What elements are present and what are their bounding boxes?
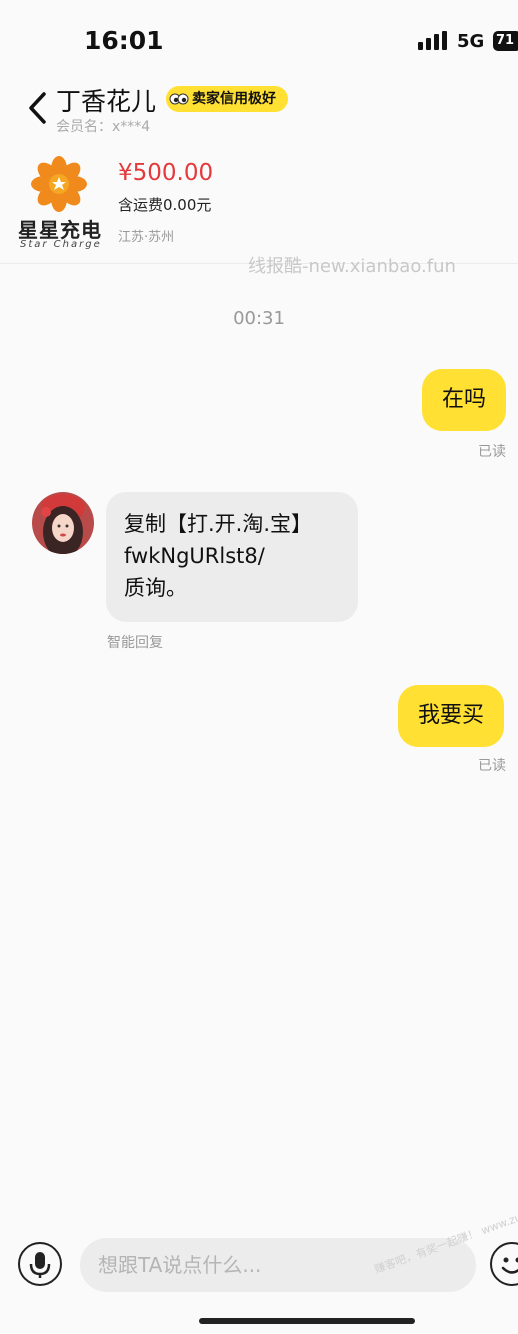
back-button[interactable]: [22, 88, 56, 128]
brand-logo-icon: [31, 156, 87, 212]
home-indicator: [199, 1318, 415, 1324]
voice-button[interactable]: [18, 1242, 62, 1286]
message-line: fwkNgURlst8/: [124, 544, 265, 568]
auto-reply-label: 智能回复: [107, 635, 163, 651]
network-type: 5G: [457, 31, 485, 52]
product-card[interactable]: 星星充电 Star Charge ¥500.00 含运费0.00元 江苏·苏州: [0, 146, 518, 264]
chevron-left-icon: [29, 92, 46, 124]
credit-badge-label: 卖家信用极好: [192, 91, 276, 107]
read-status: 已读: [478, 758, 506, 774]
status-bar: 16:01 5G 71: [0, 0, 518, 70]
avatar[interactable]: [32, 492, 94, 554]
signal-icon: [418, 31, 447, 50]
watermark-text: 线报酷-new.xianbao.fun: [248, 256, 456, 277]
message-line: 质询。: [124, 576, 187, 600]
brand-english-name: Star Charge: [20, 239, 102, 250]
message-line: 复制【打.开.淘.宝】: [124, 512, 313, 536]
message-bubble-received[interactable]: 复制【打.开.淘.宝】 fwkNgURlst8/ 质询。: [106, 492, 358, 622]
status-time: 16:01: [84, 26, 164, 55]
microphone-icon: [29, 1252, 51, 1278]
product-price: ¥500.00: [118, 160, 214, 186]
member-name: 会员名：x***4: [56, 119, 151, 135]
message-bubble-sent[interactable]: 在吗: [422, 369, 507, 431]
emoji-button[interactable]: [490, 1242, 518, 1286]
seller-name[interactable]: 丁香花儿: [56, 82, 156, 118]
message-bubble-sent[interactable]: 我要买: [398, 685, 505, 747]
eyes-icon: [169, 93, 189, 105]
avatar-image: [32, 492, 94, 554]
shipping-fee: 含运费0.00元: [118, 196, 212, 214]
emoji-icon: [501, 1257, 518, 1274]
read-status: 已读: [478, 444, 506, 460]
credit-badge[interactable]: 卖家信用极好: [166, 86, 288, 112]
chat-timestamp: 00:31: [233, 308, 285, 329]
battery-icon: 71: [493, 31, 518, 51]
seller-location: 江苏·苏州: [118, 230, 175, 245]
